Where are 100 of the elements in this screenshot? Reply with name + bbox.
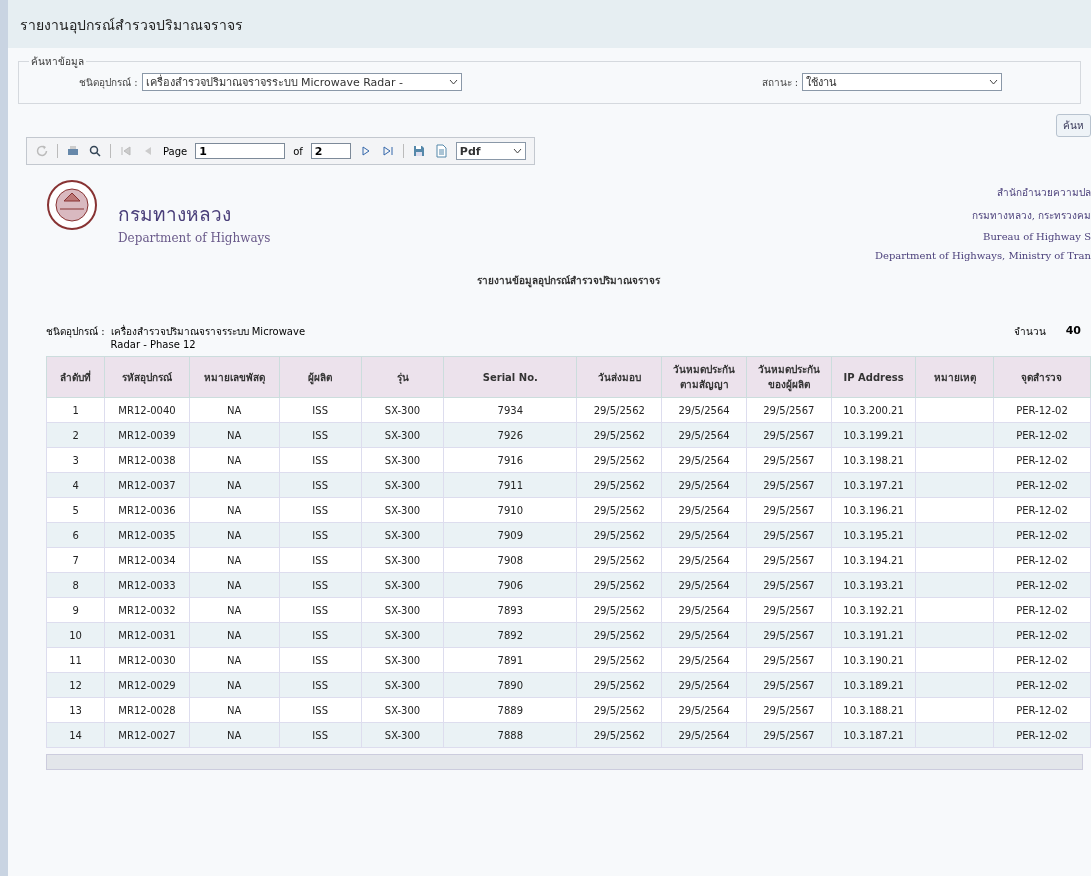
table-cell: NA (189, 497, 279, 523)
table-cell: NA (189, 522, 279, 548)
table-cell: 10.3.196.21 (831, 497, 916, 523)
column-header: IP Address (831, 356, 916, 398)
table-cell: 7893 (443, 597, 577, 623)
table-cell: PER-12-02 (993, 622, 1091, 648)
table-cell: MR12-0030 (104, 647, 190, 673)
table-cell: 29/5/2564 (661, 597, 747, 623)
table-cell: 29/5/2567 (746, 497, 832, 523)
table-cell: SX-300 (361, 547, 444, 573)
table-cell: 10.3.199.21 (831, 422, 916, 448)
table-cell: 29/5/2564 (661, 397, 747, 423)
type-value: เครื่องสำรวจปริมาณจราจรระบบ Microwave Radar - Phase 12 (110, 324, 307, 350)
table-cell: 6 (46, 522, 105, 548)
table-cell: 7890 (443, 672, 577, 698)
table-cell: ISS (279, 522, 362, 548)
table-cell: 29/5/2564 (661, 697, 747, 723)
table-cell: 29/5/2567 (746, 547, 832, 573)
table-cell: 29/5/2562 (576, 697, 662, 723)
column-header: วันส่งมอบ (576, 356, 662, 398)
table-cell: 10.3.198.21 (831, 447, 916, 473)
table-cell: NA (189, 472, 279, 498)
table-cell: 10.3.188.21 (831, 697, 916, 723)
table-cell: 10.3.189.21 (831, 672, 916, 698)
table-cell: 29/5/2564 (661, 447, 747, 473)
table-cell: 10.3.190.21 (831, 647, 916, 673)
device-label: ชนิดอุปกรณ์ : (79, 75, 138, 90)
table-cell: NA (189, 697, 279, 723)
search-button[interactable]: ค้นห (1056, 114, 1091, 137)
table-cell: 29/5/2562 (576, 722, 662, 748)
table-cell: 7889 (443, 697, 577, 723)
table-cell: 8 (46, 572, 105, 598)
table-cell: MR12-0027 (104, 722, 190, 748)
page-title: รายงานอุปกรณ์สำรวจปริมาณจราจร (8, 0, 1091, 48)
table-cell: 9 (46, 597, 105, 623)
table-cell: NA (189, 722, 279, 748)
column-header: ผู้ผลิต (279, 356, 362, 398)
of-label: of (293, 145, 303, 157)
table-cell: 3 (46, 447, 105, 473)
table-cell: 12 (46, 672, 105, 698)
table-cell: 29/5/2564 (661, 647, 747, 673)
table-cell: 29/5/2567 (746, 572, 832, 598)
column-header: วันหมดประกัน ของผู้ผลิต (746, 356, 832, 398)
status-select[interactable]: ใช้งาน (802, 73, 1003, 91)
table-cell: SX-300 (361, 472, 444, 498)
table-cell: SX-300 (361, 722, 444, 748)
table-cell: ISS (279, 472, 362, 498)
table-cell: 4 (46, 472, 105, 498)
page-count: 2 (310, 143, 351, 159)
table-cell: SX-300 (361, 572, 444, 598)
table-cell: 10 (46, 622, 105, 648)
page-input[interactable]: 1 (195, 143, 286, 159)
table-cell: PER-12-02 (993, 522, 1091, 548)
table-cell: MR12-0031 (104, 622, 190, 648)
table-cell: SX-300 (361, 697, 444, 723)
table-cell: PER-12-02 (993, 647, 1091, 673)
table-cell: 10.3.200.21 (831, 397, 916, 423)
table-cell: ISS (279, 597, 362, 623)
table-cell: 29/5/2562 (576, 547, 662, 573)
table-cell: 7911 (443, 472, 577, 498)
table-cell: MR12-0039 (104, 422, 190, 448)
device-select[interactable]: เครื่องสำรวจปริมาณจราจรระบบ Microwave Radar - (141, 73, 462, 91)
table-cell: 10.3.191.21 (831, 622, 916, 648)
table-cell: 29/5/2562 (576, 422, 662, 448)
table-cell: MR12-0037 (104, 472, 190, 498)
org-detail-line: Department of Highways, Ministry of Tran (874, 250, 1091, 261)
table-cell: 29/5/2564 (661, 672, 747, 698)
table-cell: 29/5/2567 (746, 672, 832, 698)
table-cell: 7926 (443, 422, 577, 448)
table-cell: MR12-0038 (104, 447, 190, 473)
table-cell: 29/5/2567 (746, 697, 832, 723)
table-cell: ISS (279, 672, 362, 698)
table-cell: SX-300 (361, 622, 444, 648)
table-cell: 13 (46, 697, 105, 723)
table-cell: MR12-0034 (104, 547, 190, 573)
table-cell: 7909 (443, 522, 577, 548)
table-cell: SX-300 (361, 497, 444, 523)
table-cell: 29/5/2567 (746, 397, 832, 423)
org-detail-line: สำนักอำนวยความปล (997, 186, 1091, 200)
org-detail-line: กรมทางหลวง, กระทรวงคม (971, 209, 1091, 223)
table-cell: SX-300 (361, 647, 444, 673)
column-header: รุ่น (361, 356, 444, 398)
table-cell: 7908 (443, 547, 577, 573)
column-header: วันหมดประกัน ตามสัญญา (661, 356, 747, 398)
org-name-thai: กรมทางหลวง (118, 202, 232, 227)
table-cell: 29/5/2562 (576, 472, 662, 498)
table-cell: SX-300 (361, 672, 444, 698)
table-cell: ISS (279, 447, 362, 473)
table-cell: 29/5/2562 (576, 497, 662, 523)
table-cell: ISS (279, 697, 362, 723)
table-cell: PER-12-02 (993, 697, 1091, 723)
table-cell: PER-12-02 (993, 672, 1091, 698)
table-cell: SX-300 (361, 422, 444, 448)
column-header: หมายเหตุ (915, 356, 994, 398)
table-cell: 7906 (443, 572, 577, 598)
format-select[interactable]: Pdf (455, 142, 526, 160)
table-cell: ISS (279, 572, 362, 598)
table-cell: 10.3.195.21 (831, 522, 916, 548)
table-cell: ISS (279, 622, 362, 648)
table-cell: 29/5/2564 (661, 422, 747, 448)
